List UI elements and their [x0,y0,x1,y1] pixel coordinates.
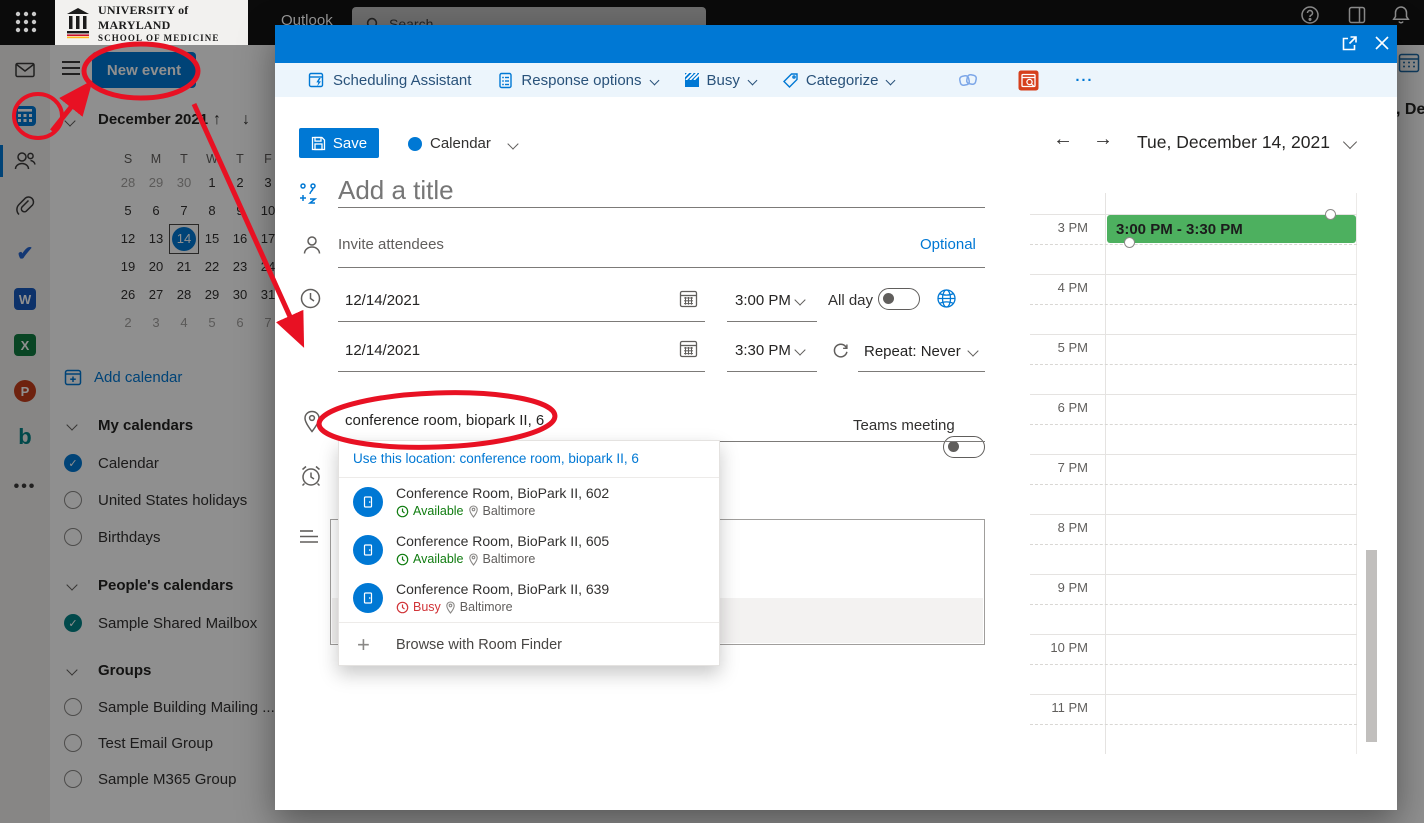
event-title-input[interactable]: Add a title [338,175,454,206]
start-time-underline [727,321,817,322]
outlook-calendar-screen: UNIVERSITY of MARYLAND SCHOOL OF MEDICIN… [0,0,1424,823]
notifications-bell-icon[interactable] [1390,4,1412,26]
umd-som-logo: UNIVERSITY of MARYLAND SCHOOL OF MEDICIN… [55,0,248,45]
time-clock-icon [299,287,322,310]
attendees-underline [338,267,985,268]
busy-status-icon [684,72,700,88]
event-resize-handle-top[interactable] [1325,209,1336,220]
popout-icon[interactable] [1341,35,1358,52]
all-day-label: All day [828,292,873,309]
dialog-toolbar: Scheduling Assistant Response options [275,63,1397,97]
chevron-down-icon[interactable] [1343,135,1357,149]
title-underline [338,207,985,208]
reminder-alarm-icon [298,463,324,489]
city-pin-icon [468,553,479,566]
calendar-selector[interactable]: Calendar [408,135,517,152]
chevron-down-icon[interactable] [794,294,805,305]
availability-clock-icon [396,553,409,566]
title-suggestions-icon [297,181,321,205]
brand-line-2: SCHOOL OF MEDICINE [98,33,248,43]
end-time-underline [727,371,817,372]
repeat-select[interactable]: Repeat: Never [864,343,961,360]
hour-label: 6 PM [1030,400,1088,415]
attendees-person-icon [301,234,323,256]
room-door-icon [353,535,383,565]
optional-attendees-link[interactable]: Optional [920,236,976,253]
app-launcher-icon[interactable] [14,10,38,34]
response-options-icon [497,72,514,89]
end-date-input[interactable]: 12/14/2021 [345,342,420,359]
location-input[interactable]: conference room, biopark II, 6 [345,412,544,429]
hour-label: 3 PM [1030,220,1088,235]
day-view-scrollbar[interactable] [1366,550,1377,742]
room-suggestion[interactable]: Conference Room, BioPark II, 605 Availab… [339,526,719,574]
start-date-underline [338,321,705,322]
room-door-icon [353,487,383,517]
chevron-down-icon [747,75,757,85]
plus-icon: + [357,632,370,658]
close-icon[interactable] [1373,34,1391,52]
end-date-underline [338,371,705,372]
chevron-down-icon[interactable] [794,344,805,355]
busy-status-button[interactable]: Busy [684,72,756,89]
new-event-dialog: Scheduling Assistant Response options [275,25,1397,810]
chevron-down-icon[interactable] [967,345,978,356]
dialog-titlebar[interactable] [275,25,1397,63]
hour-label: 8 PM [1030,520,1088,535]
chevron-down-icon [649,75,659,85]
description-icon [298,528,320,546]
start-date-input[interactable]: 12/14/2021 [345,292,420,309]
next-day-arrow[interactable]: → [1093,128,1113,151]
save-icon [311,136,326,151]
start-time-input[interactable]: 3:00 PM [735,292,791,309]
room-suggestion[interactable]: Conference Room, BioPark II, 639 Busy Ba… [339,574,719,622]
room-suggestion[interactable]: Conference Room, BioPark II, 602 Availab… [339,478,719,526]
hour-label: 11 PM [1030,700,1088,715]
location-pin-icon [302,410,322,434]
day-view-date-header[interactable]: Tue, December 14, 2021 [1137,132,1330,153]
chevron-down-icon [886,75,896,85]
room-door-icon [353,583,383,613]
hour-label: 10 PM [1030,640,1088,655]
prev-day-arrow[interactable]: ← [1053,128,1073,151]
loop-addin-icon[interactable] [958,70,978,90]
settings-panel-icon[interactable] [1348,6,1366,24]
findtime-addin-icon[interactable] [1018,70,1039,91]
availability-clock-icon [396,601,409,614]
teams-meeting-label: Teams meeting [853,417,955,434]
hour-label: 9 PM [1030,580,1088,595]
chevron-down-icon [507,138,518,149]
location-suggestions-dropdown: Use this location: conference room, biop… [338,440,720,666]
save-button[interactable]: Save [299,128,379,158]
city-pin-icon [468,505,479,518]
brand-line-1: UNIVERSITY of MARYLAND [98,3,248,33]
all-day-toggle[interactable] [878,288,920,310]
hour-label: 5 PM [1030,340,1088,355]
timezone-globe-icon[interactable] [936,288,957,309]
date-picker-icon[interactable] [679,339,698,358]
city-pin-icon [445,601,456,614]
calendar-color-dot [408,137,422,151]
teams-meeting-toggle[interactable] [943,436,985,458]
date-picker-icon[interactable] [679,289,698,308]
end-time-input[interactable]: 3:30 PM [735,342,791,359]
toolbar-more-icon[interactable]: ··· [1075,72,1093,89]
hour-label: 4 PM [1030,280,1088,295]
repeat-icon[interactable] [831,340,850,359]
availability-clock-icon [396,505,409,518]
umd-building-icon [65,7,91,39]
hour-label: 7 PM [1030,460,1088,475]
invite-attendees-input[interactable]: Invite attendees [338,236,444,253]
scheduling-assistant-icon [308,71,326,89]
use-this-location-option[interactable]: Use this location: conference room, biop… [339,441,719,478]
repeat-underline [858,371,985,372]
event-resize-handle-bottom[interactable] [1124,237,1135,248]
help-icon[interactable] [1300,5,1320,25]
browse-room-finder-option[interactable]: + Browse with Room Finder [339,622,719,669]
response-options-button[interactable]: Response options [497,72,657,89]
calendar-event-block[interactable]: 3:00 PM - 3:30 PM [1107,215,1356,243]
categorize-button[interactable]: Categorize [782,72,895,89]
scheduling-assistant-button[interactable]: Scheduling Assistant [308,71,471,89]
categorize-tag-icon [782,72,799,89]
